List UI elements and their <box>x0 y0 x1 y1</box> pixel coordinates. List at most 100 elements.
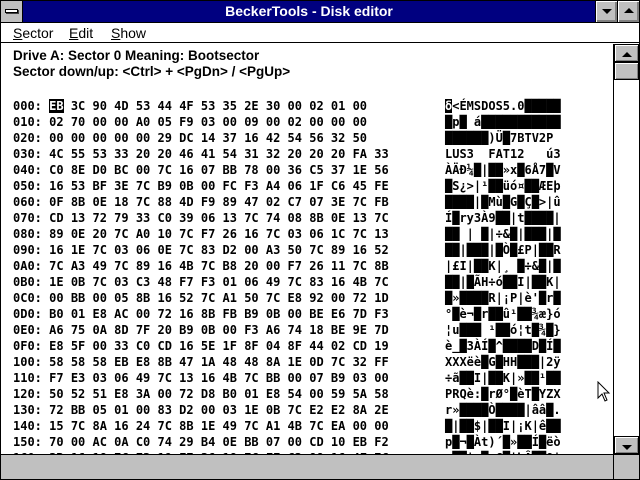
row-ascii[interactable]: ██|███|█Ò█£P|██R <box>445 242 561 258</box>
row-offset: 010: <box>13 115 42 129</box>
dump-row[interactable]: 020: 00 00 00 00 00 29 DC 14 37 16 42 54… <box>13 130 553 146</box>
menu-sector[interactable]: Sector <box>13 24 53 42</box>
hex-dump[interactable]: 000: EB 3C 90 4D 53 44 4F 53 35 2E 30 00… <box>13 98 561 454</box>
dump-row[interactable]: 130: 72 BB 05 01 00 83 D2 00 03 1E 0B 7C… <box>13 402 561 418</box>
scroll-up-button[interactable] <box>614 44 639 62</box>
row-hex-bytes[interactable]: 7C A3 49 7C 89 16 4B 7C B8 20 00 F7 26 1… <box>49 258 389 274</box>
dump-row[interactable]: 030: 4C 55 53 33 20 20 46 41 54 31 32 20… <box>13 146 561 162</box>
row-hex-bytes[interactable]: 15 7C 8A 16 24 7C 8B 1E 49 7C A1 4B 7C E… <box>49 418 389 434</box>
vertical-scrollbar[interactable] <box>613 44 639 454</box>
row-hex-bytes[interactable]: 02 70 00 00 A0 05 F9 03 00 09 00 02 00 0… <box>49 114 367 130</box>
row-ascii[interactable]: °█è¬█r██û¹██¾æ}ó <box>445 306 561 322</box>
dump-row[interactable]: 0E0: A6 75 0A 8D 7F 20 B9 0B 00 F3 A6 74… <box>13 322 561 338</box>
row-offset: 080: <box>13 227 42 241</box>
system-menu-button[interactable] <box>1 1 23 22</box>
dump-row[interactable]: 0C0: 00 BB 00 05 8B 16 52 7C A1 50 7C E8… <box>13 290 561 306</box>
row-offset: 000: <box>13 99 42 113</box>
sector-info: Drive A: Sector 0 Meaning: Bootsector Se… <box>13 48 290 80</box>
row-hex-bytes[interactable]: EB 3C 90 4D 53 44 4F 53 35 2E 30 00 02 0… <box>49 98 367 114</box>
row-ascii[interactable]: LUS3 FAT12 ú3 <box>445 146 561 162</box>
row-ascii[interactable]: ██|█ÃH÷ó██I|██K| <box>445 274 561 290</box>
row-hex-bytes[interactable]: 4C 55 53 33 20 20 46 41 54 31 32 20 20 2… <box>49 146 389 162</box>
dump-row[interactable]: 010: 02 70 00 00 A0 05 F9 03 00 09 00 02… <box>13 114 561 130</box>
dump-row[interactable]: 0B0: 1E 0B 7C 03 C3 48 F7 F3 01 06 49 7C… <box>13 274 561 290</box>
row-ascii[interactable]: █|██$|██I|¡K|ê██ <box>445 418 561 434</box>
row-hex-bytes[interactable]: 72 BB 05 01 00 83 D2 00 03 1E 0B 7C E2 E… <box>49 402 389 418</box>
row-offset: 0B0: <box>13 275 42 289</box>
dump-row[interactable]: 000: EB 3C 90 4D 53 44 4F 53 35 2E 30 00… <box>13 98 561 114</box>
row-ascii[interactable]: |£I|██K|¸ █÷&█|█ <box>445 258 561 274</box>
row-ascii[interactable]: PRQè:█rØ°█èT█YZX <box>445 386 561 402</box>
row-ascii[interactable]: ÷ã██I|██K|»██¹██ <box>445 370 561 386</box>
row-ascii[interactable]: ██ | █|÷&█|███|█ <box>445 226 561 242</box>
row-ascii[interactable]: ÀÄÐ¼█|██»x█6Å7█V <box>445 162 561 178</box>
window-title: BeckerTools - Disk editor <box>225 3 393 19</box>
minimize-button[interactable] <box>595 1 617 22</box>
dump-row[interactable]: 0D0: B0 01 E8 AC 00 72 16 8B FB B9 0B 00… <box>13 306 561 322</box>
dump-row[interactable]: 100: 58 58 58 EB E8 8B 47 1A 48 48 8A 1E… <box>13 354 561 370</box>
row-hex-bytes[interactable]: F7 E3 03 06 49 7C 13 16 4B 7C BB 00 07 B… <box>49 370 389 386</box>
row-offset: 0C0: <box>13 291 42 305</box>
row-hex-bytes[interactable]: 16 1E 7C 03 06 0E 7C 83 D2 00 A3 50 7C 8… <box>49 242 389 258</box>
dump-row[interactable]: 080: 89 0E 20 7C A0 10 7C F7 26 16 7C 03… <box>13 226 561 242</box>
row-offset: 0A0: <box>13 259 42 273</box>
row-hex-bytes[interactable]: 1E 0B 7C 03 C3 48 F7 F3 01 06 49 7C 83 1… <box>49 274 389 290</box>
row-hex-bytes[interactable]: 00 00 00 00 00 29 DC 14 37 16 42 54 56 3… <box>49 130 367 146</box>
row-ascii[interactable]: ██████)Ü█7BTV2P <box>445 130 553 146</box>
row-ascii[interactable]: ████|█Mù█G█Ç█>|û <box>445 194 561 210</box>
row-hex-bytes[interactable]: 89 0E 20 7C A0 10 7C F7 26 16 7C 03 06 1… <box>49 226 389 242</box>
dump-row[interactable]: 150: 70 00 AC 0A C0 74 29 B4 0E BB 07 00… <box>13 434 561 450</box>
row-hex-bytes[interactable]: 58 58 58 EB E8 8B 47 1A 48 48 8A 1E 0D 7… <box>49 354 389 370</box>
dump-row[interactable]: 070: CD 13 72 79 33 C0 39 06 13 7C 74 08… <box>13 210 561 226</box>
row-hex-bytes[interactable]: C0 8E D0 BC 00 7C 16 07 BB 78 00 36 C5 3… <box>49 162 389 178</box>
row-hex-bytes[interactable]: 0F 8B 0E 18 7C 88 4D F9 89 47 02 C7 07 3… <box>49 194 389 210</box>
row-offset: 110: <box>13 371 42 385</box>
menu-edit[interactable]: Edit <box>69 24 93 42</box>
maximize-button[interactable] <box>617 1 639 22</box>
dump-row[interactable]: 060: 0F 8B 0E 18 7C 88 4D F9 89 47 02 C7… <box>13 194 561 210</box>
row-ascii[interactable]: ¦u███ ¹██ó¦t█¾█} <box>445 322 561 338</box>
row-offset: 090: <box>13 243 42 257</box>
row-ascii[interactable]: █p█ á███████████ <box>445 114 561 130</box>
row-ascii[interactable]: r»████Ò████|ââ█. <box>445 402 561 418</box>
editor-area[interactable]: Drive A: Sector 0 Meaning: Bootsector Se… <box>1 44 613 454</box>
dump-row[interactable]: 0F0: E8 5F 00 33 C0 CD 16 5E 1F 8F 04 8F… <box>13 338 561 354</box>
row-ascii[interactable]: δ<ÉMSDOS5.0█████ <box>445 98 561 114</box>
scroll-thumb[interactable] <box>614 62 639 80</box>
dump-row[interactable]: 090: 16 1E 7C 03 06 0E 7C 83 D2 00 A3 50… <box>13 242 561 258</box>
dump-row[interactable]: 050: 16 53 BF 3E 7C B9 0B 00 FC F3 A4 06… <box>13 178 561 194</box>
row-hex-rest: 3C 90 4D 53 44 4F 53 35 2E 30 00 02 01 0… <box>63 99 368 113</box>
row-ascii[interactable]: XXXëè█G█HH███|2ÿ <box>445 354 561 370</box>
row-hex-bytes[interactable]: 50 52 51 E8 3A 00 72 D8 B0 01 E8 54 00 5… <box>49 386 389 402</box>
disk-editor-window: BeckerTools - Disk editor Sector Edit Sh… <box>0 0 640 480</box>
scroll-up-icon <box>622 52 632 57</box>
scroll-track[interactable] <box>614 80 639 436</box>
row-ascii[interactable]: p█¬█Àt)´█»██Í█ëò <box>445 434 561 450</box>
byte-cursor[interactable]: EB <box>49 99 64 113</box>
row-hex-bytes[interactable]: E8 5F 00 33 C0 CD 16 5E 1F 8F 04 8F 44 0… <box>49 338 389 354</box>
dump-row[interactable]: 110: F7 E3 03 06 49 7C 13 16 4B 7C BB 00… <box>13 370 561 386</box>
row-ascii[interactable]: Í█ry3À9██|t████| <box>445 210 561 226</box>
row-hex-bytes[interactable]: CD 13 72 79 33 C0 39 06 13 7C 74 08 8B 0… <box>49 210 389 226</box>
size-grip <box>613 454 639 479</box>
row-offset: 020: <box>13 131 42 145</box>
minimize-icon <box>602 9 612 14</box>
row-hex-bytes[interactable]: 16 53 BF 3E 7C B9 0B 00 FC F3 A4 06 1F C… <box>49 178 389 194</box>
dump-row[interactable]: 140: 15 7C 8A 16 24 7C 8B 1E 49 7C A1 4B… <box>13 418 561 434</box>
row-ascii[interactable]: █»████R|¡P|è'█r█ <box>445 290 561 306</box>
row-hex-bytes[interactable]: A6 75 0A 8D 7F 20 B9 0B 00 F3 A6 74 18 B… <box>49 322 389 338</box>
title-bar[interactable]: BeckerTools - Disk editor <box>1 1 639 23</box>
row-offset: 030: <box>13 147 42 161</box>
row-ascii[interactable]: █S¿>|¹██üó¤██ÆEþ <box>445 178 561 194</box>
row-hex-bytes[interactable]: B0 01 E8 AC 00 72 16 8B FB B9 0B 00 BE E… <box>49 306 389 322</box>
menu-show[interactable]: Show <box>111 24 146 42</box>
dump-row[interactable]: 120: 50 52 51 E8 3A 00 72 D8 B0 01 E8 54… <box>13 386 561 402</box>
row-hex-bytes[interactable]: 00 BB 00 05 8B 16 52 7C A1 50 7C E8 92 0… <box>49 290 389 306</box>
row-ascii[interactable]: è_█3ÀÍ█^████D█Í█ <box>445 338 561 354</box>
scroll-down-button[interactable] <box>614 436 639 454</box>
row-offset: 0E0: <box>13 323 42 337</box>
row-hex-bytes[interactable]: 70 00 AC 0A C0 74 29 B4 0E BB 07 00 CD 1… <box>49 434 389 450</box>
dump-row[interactable]: 0A0: 7C A3 49 7C 89 16 4B 7C B8 20 00 F7… <box>13 258 561 274</box>
system-menu-icon <box>5 9 18 13</box>
dump-row[interactable]: 040: C0 8E D0 BC 00 7C 16 07 BB 78 00 36… <box>13 162 561 178</box>
